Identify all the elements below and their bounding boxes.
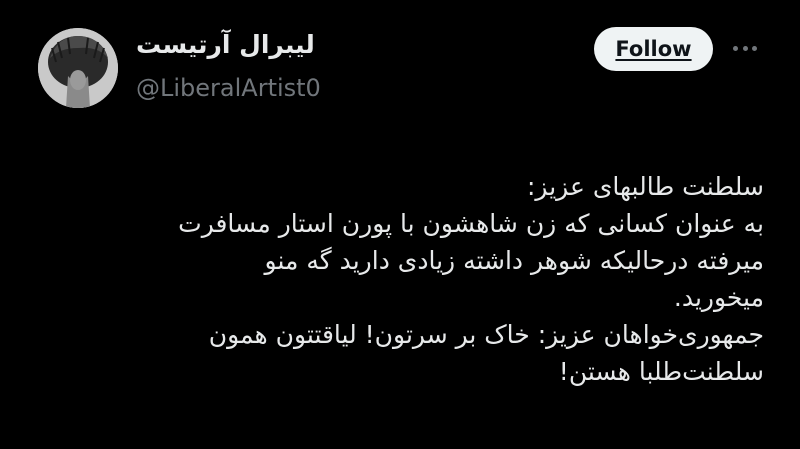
follow-button[interactable]: Follow [594,27,713,71]
avatar[interactable] [38,28,118,108]
author-handle[interactable]: @LiberalArtist0 [136,74,321,102]
tweet-line: سلطنت‌طلبا هستن! [558,357,764,386]
more-dot [742,45,748,51]
avatar-image [38,28,118,108]
more-horizontal-icon[interactable] [733,41,757,55]
tweet-card: لیبرال آرتیست @LiberalArtist0 Follow سلط… [0,0,800,449]
tweet-line: سلطنت طالبهای عزیز: [527,172,764,201]
tweet-line: میرفته درحالیکه شوهر داشته زیادی دارید گ… [264,246,764,275]
tweet-line: جمهوری‌خواهان عزیز: خاک بر سرتون! لیاقتت… [208,320,764,349]
tweet-line: به عنوان کسانی که زن شاهشون با پورن استا… [178,209,764,238]
tweet-text: سلطنت طالبهای عزیز: به عنوان کسانی که زن… [24,168,764,390]
more-dot [733,45,738,51]
more-dot [752,45,757,51]
tweet-line: میخورید. [673,283,764,312]
author-display-name[interactable]: لیبرال آرتیست [136,30,315,59]
